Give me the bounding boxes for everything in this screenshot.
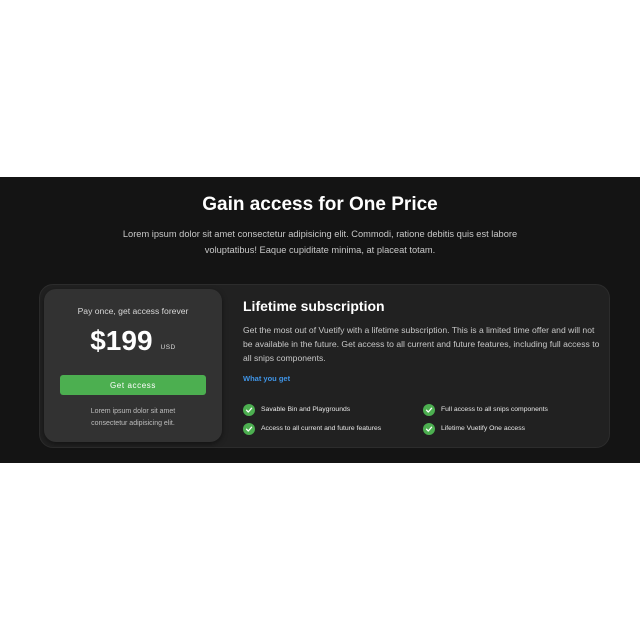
check-circle-icon	[243, 404, 255, 416]
section-title: Gain access for One Price	[202, 194, 438, 215]
feature-label: Full access to all snips components	[441, 406, 548, 413]
price-currency: USD	[160, 344, 176, 351]
price-note: Lorem ipsum dolor sit amet consectetur a…	[90, 408, 176, 427]
feature-label: Access to all current and future feature…	[261, 425, 382, 432]
feature-label: Savable Bin and Playgrounds	[261, 406, 351, 413]
check-circle-icon	[243, 423, 255, 435]
check-circle-icon	[423, 404, 435, 416]
price-amount: $199	[90, 325, 153, 356]
feature-item: Lifetime Vuetify One access	[423, 423, 525, 435]
section-subtitle: Lorem ipsum dolor sit amet consectetur a…	[122, 229, 518, 255]
check-circle-icon	[423, 423, 435, 435]
plan-description: Get the most out of Vuetify with a lifet…	[243, 325, 600, 363]
feature-item: Full access to all snips components	[423, 404, 548, 416]
what-you-get-link[interactable]: What you get	[243, 374, 290, 384]
feature-item: Access to all current and future feature…	[243, 423, 381, 435]
price-row: $199 USD	[44, 322, 222, 358]
get-access-button[interactable]: Get access	[60, 375, 206, 395]
feature-label: Lifetime Vuetify One access	[441, 425, 525, 432]
pay-once-label: Pay once, get access forever	[77, 306, 189, 316]
plan-title: Lifetime subscription	[243, 298, 385, 314]
feature-item: Savable Bin and Playgrounds	[243, 404, 350, 416]
